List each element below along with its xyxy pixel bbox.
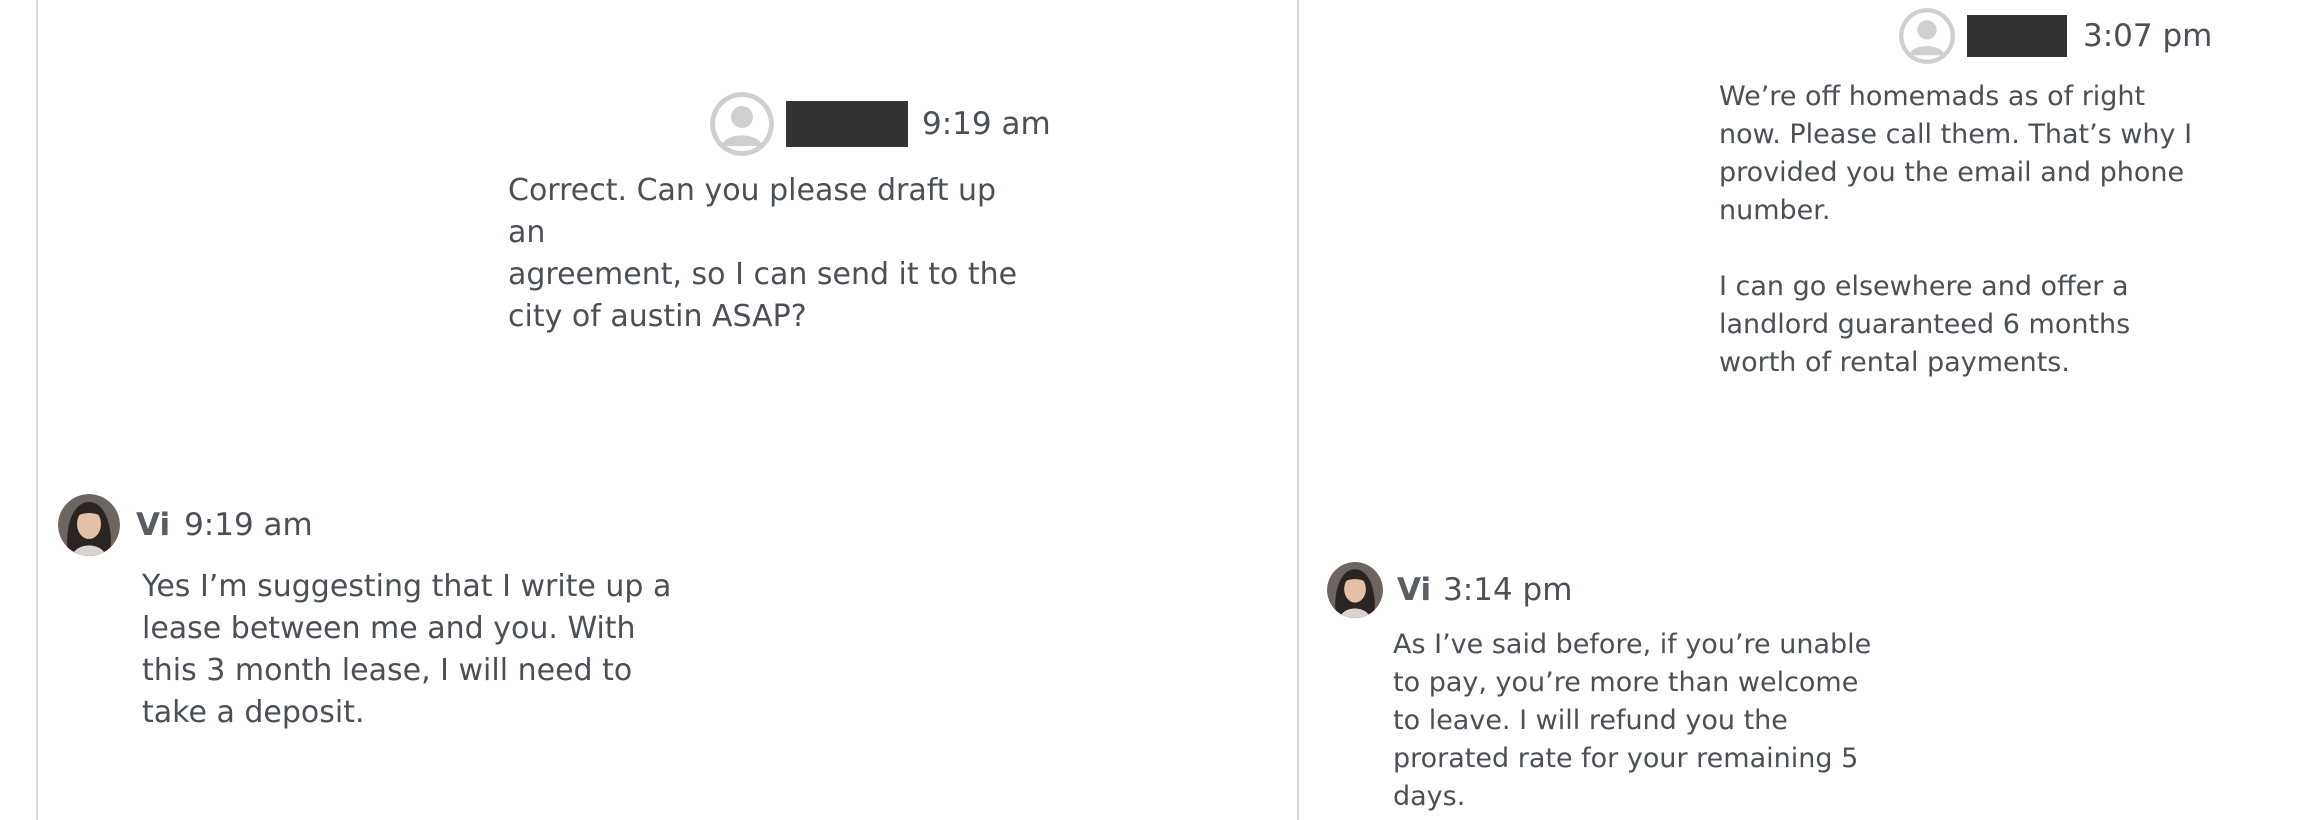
redacted-sender-name [786, 101, 908, 147]
default-avatar-icon[interactable] [1899, 8, 1955, 64]
message-time: 9:19 am [922, 106, 1051, 142]
incoming-message-header: Vi 9:19 am [58, 494, 313, 556]
outgoing-message-header: 9:19 am [710, 92, 1051, 156]
left-divider-line [36, 0, 38, 820]
outgoing-message-paragraph-2: I can go elsewhere and offer a landlord … [1719, 271, 2131, 378]
redacted-sender-name [1967, 15, 2067, 57]
right-divider-line [1297, 0, 1299, 820]
vi-avatar[interactable] [58, 494, 120, 556]
incoming-message-text: Yes I’m suggesting that I write up a lea… [142, 569, 672, 730]
default-avatar-icon[interactable] [710, 92, 774, 156]
outgoing-message-text: Correct. Can you please draft up an agre… [508, 173, 1018, 334]
sender-name: Vi [136, 507, 171, 543]
outgoing-message-header: 3:07 pm [1899, 8, 2212, 64]
message-time: 3:14 pm [1443, 572, 1573, 608]
message-time: 9:19 am [184, 507, 313, 543]
incoming-message-text: As I’ve said before, if you’re unable to… [1393, 629, 1872, 812]
sender-name: Vi [1397, 572, 1432, 608]
vi-avatar[interactable] [1327, 562, 1383, 618]
conversation-panel-right: 3:07 pm We’re off homemads as of right n… [1297, 0, 2304, 820]
incoming-message-header: Vi 3:14 pm [1327, 562, 1572, 618]
outgoing-message-paragraph-1: We’re off homemads as of right now. Plea… [1719, 81, 2193, 226]
message-time: 3:07 pm [2083, 18, 2213, 54]
conversation-panel-left: 9:19 am Correct. Can you please draft up… [0, 0, 1296, 820]
